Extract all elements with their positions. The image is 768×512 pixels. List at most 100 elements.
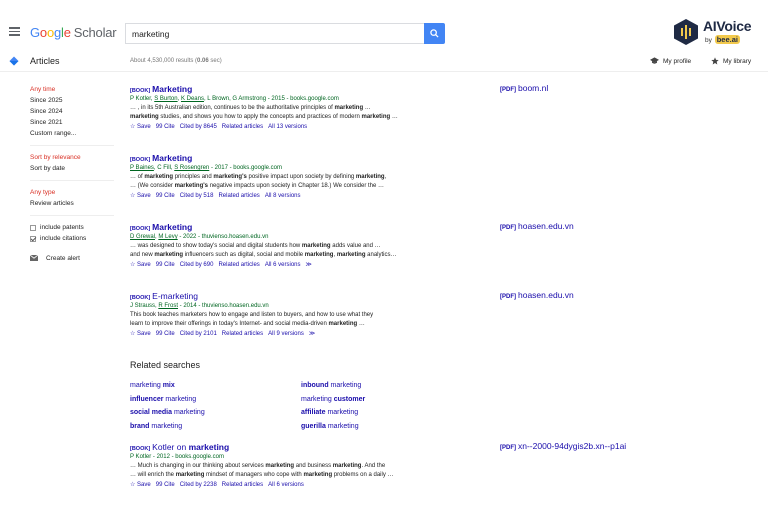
envelope-icon [30,255,38,261]
all-versions-link[interactable]: All 6 versions [268,480,304,490]
search-result: [BOOK] Marketing D Grewal, M Levy - 2022 … [130,221,450,270]
filter-custom-range[interactable]: Custom range... [30,128,114,139]
cited-by-link[interactable]: Cited by 2238 [180,480,217,490]
menu-icon[interactable] [9,27,20,36]
sub-bar: Articles About 4,530,000 results (0.06 s… [0,52,768,72]
result-actions: ☆ Save 99 Cite Cited by 8645 Related art… [130,122,450,132]
result-title-link[interactable]: [BOOK] Marketing [130,152,450,164]
pdf-link[interactable]: [PDF] hoasen.edu.vn [500,290,574,300]
cite-button[interactable]: 99 Cite [156,260,175,270]
top-bar: GoogleScholar AIVoice by bee.ai [0,0,768,52]
cite-button[interactable]: 99 Cite [156,329,175,339]
articles-diamond-icon [9,56,19,66]
related-articles-link[interactable]: Related articles [218,260,259,270]
result-authors: J Strauss, R Frost - 2014 - thuvienso.ho… [130,303,269,309]
aivoice-logo-icon [674,19,698,45]
result-actions: ☆ Save 99 Cite Cited by 2238 Related art… [130,480,450,490]
result-authors: P Kotler - 2012 - books.google.com [130,454,224,460]
author-link[interactable]: R Frost [158,303,178,309]
type-any[interactable]: Any type [30,187,114,198]
checkbox-checked[interactable] [30,235,36,242]
section-label[interactable]: Articles [30,56,60,66]
result-title-link[interactable]: [BOOK] Kotler on marketing [130,441,450,453]
related-searches-title: Related searches [130,360,201,370]
filter-since-2025[interactable]: Since 2025 [30,95,114,106]
result-authors: P Kotler, S Burton, K Deans, L Brown, G … [130,96,339,102]
cite-button[interactable]: 99 Cite [156,480,175,490]
all-versions-link[interactable]: All 6 versions [265,260,301,270]
my-profile-link[interactable]: My profile [650,57,691,65]
my-library-link[interactable]: My library [711,57,751,65]
result-snippet: … Much is changing in our thinking about… [130,463,386,469]
related-search-link[interactable]: influencer marketing [130,394,301,406]
cited-by-link[interactable]: Cited by 690 [180,260,214,270]
result-snippet: marketing studies, and shows you how to … [130,114,398,120]
related-search-link[interactable]: social media marketing [130,407,301,419]
aivoice-watermark: AIVoice by bee.ai [673,18,763,48]
related-articles-link[interactable]: Related articles [218,191,259,201]
save-button[interactable]: ☆ Save [130,329,151,339]
more-icon[interactable]: ≫ [306,260,312,270]
checkbox-unchecked[interactable] [30,224,36,231]
search-result: [BOOK] E-marketing J Strauss, R Frost - 2… [130,290,450,339]
search-input[interactable] [125,23,424,44]
result-snippet: … will enrich the marketing mindset of m… [130,472,394,478]
type-filter-group: Any type Review articles [30,187,114,216]
result-snippet: and new marketing influencers such as di… [130,252,397,258]
related-searches-grid: marketing mix inbound marketing influenc… [130,380,430,432]
author-link[interactable]: D Grewal [130,234,155,240]
result-authors: D Grewal, M Levy - 2022 - thuvienso.hoas… [130,234,269,240]
author-link[interactable]: S Burton [154,96,177,102]
all-versions-link[interactable]: All 8 versions [265,191,301,201]
cited-by-link[interactable]: Cited by 8645 [180,122,217,132]
related-articles-link[interactable]: Related articles [222,329,263,339]
author-link[interactable]: S Rosengren [174,165,209,171]
result-snippet: … of marketing principles and marketing'… [130,174,387,180]
result-title-link[interactable]: [BOOK] Marketing [130,221,450,233]
cite-button[interactable]: 99 Cite [156,191,175,201]
author-link[interactable]: P Baines [130,165,154,171]
result-actions: ☆ Save 99 Cite Cited by 518 Related arti… [130,191,450,201]
sort-group: Sort by relevance Sort by date [30,152,114,181]
related-search-link[interactable]: marketing customer [301,394,451,406]
cited-by-link[interactable]: Cited by 518 [180,191,214,201]
cite-button[interactable]: 99 Cite [156,122,175,132]
filter-sidebar: Any time Since 2025 Since 2024 Since 202… [30,84,120,264]
related-articles-link[interactable]: Related articles [222,480,263,490]
all-versions-link[interactable]: All 9 versions [268,329,304,339]
author-link[interactable]: M Levy [158,234,177,240]
type-review-articles[interactable]: Review articles [30,198,114,209]
pdf-link[interactable]: [PDF] boom.nl [500,83,548,93]
save-button[interactable]: ☆ Save [130,260,151,270]
save-button[interactable]: ☆ Save [130,191,151,201]
related-search-link[interactable]: marketing mix [130,380,301,392]
related-search-link[interactable]: guerilla marketing [301,421,451,433]
sort-by-date[interactable]: Sort by date [30,163,114,174]
save-button[interactable]: ☆ Save [130,122,151,132]
all-versions-link[interactable]: All 13 versions [268,122,307,132]
include-citations-checkbox[interactable]: include citations [30,233,120,244]
more-icon[interactable]: ≫ [309,329,315,339]
cited-by-link[interactable]: Cited by 2101 [180,329,217,339]
related-articles-link[interactable]: Related articles [222,122,263,132]
related-search-link[interactable]: brand marketing [130,421,301,433]
filter-since-2021[interactable]: Since 2021 [30,117,114,128]
author-link[interactable]: K Deans [181,96,204,102]
google-scholar-logo[interactable]: Google Scholar [30,25,117,40]
result-authors: P Baines, C Fill, S Rosengren - 2017 - b… [130,165,282,171]
related-search-link[interactable]: inbound marketing [301,380,451,392]
graduation-cap-icon [650,57,659,64]
sort-by-relevance[interactable]: Sort by relevance [30,152,114,163]
pdf-link[interactable]: [PDF] xn--2000-94dygis2b.xn--p1ai [500,441,626,451]
related-search-link[interactable]: affiliate marketing [301,407,451,419]
search-button[interactable] [424,23,445,44]
search-result: [BOOK] Marketing P Kotler, S Burton, K De… [130,83,450,132]
filter-since-2024[interactable]: Since 2024 [30,106,114,117]
include-patents-checkbox[interactable]: include patents [30,222,120,233]
create-alert-button[interactable]: Create alert [30,252,120,264]
result-title-link[interactable]: [BOOK] Marketing [130,83,450,95]
pdf-link[interactable]: [PDF] hoasen.edu.vn [500,221,574,231]
filter-any-time[interactable]: Any time [30,84,114,95]
result-title-link[interactable]: [BOOK] E-marketing [130,290,450,302]
save-button[interactable]: ☆ Save [130,480,151,490]
